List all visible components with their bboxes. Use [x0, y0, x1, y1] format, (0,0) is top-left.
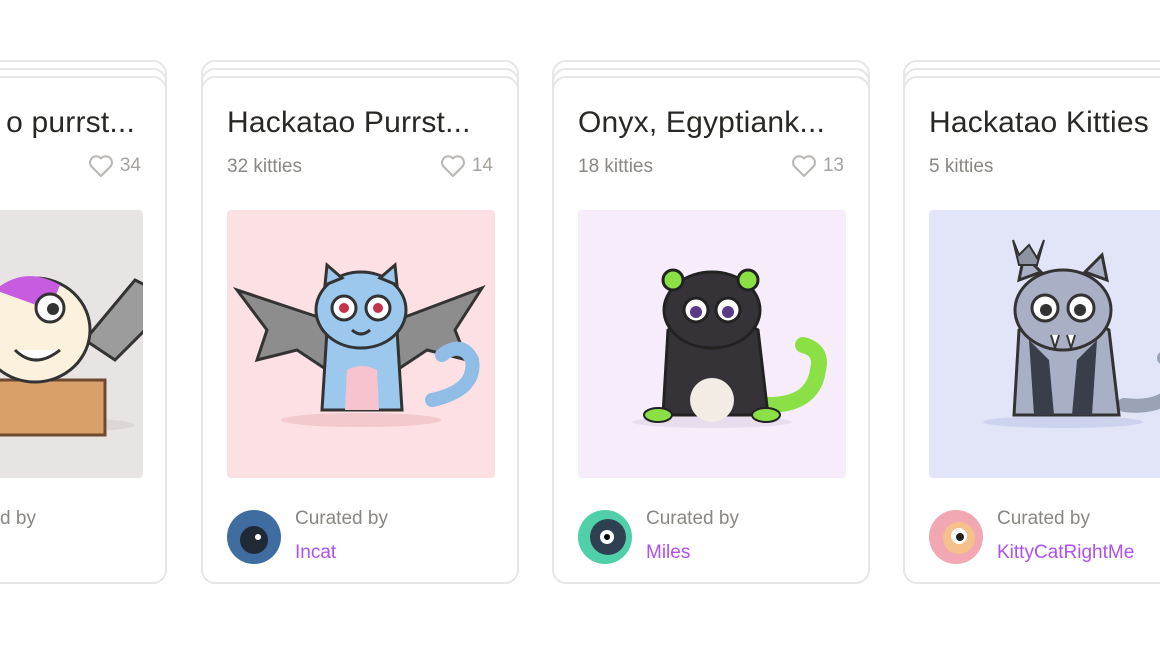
like-counter[interactable]: 13: [791, 154, 844, 178]
heart-icon[interactable]: [791, 154, 817, 178]
like-count: 13: [822, 155, 844, 176]
heart-icon[interactable]: [88, 154, 114, 178]
kitty-image: [929, 210, 1160, 478]
curator-avatar[interactable]: [227, 510, 281, 564]
curator-link[interactable]: KittyCatRightMe: [997, 542, 1134, 564]
kitty-image: [578, 210, 846, 478]
curator-avatar[interactable]: [578, 510, 632, 564]
kitty-artwork[interactable]: [929, 210, 1160, 478]
kitty-artwork[interactable]: [0, 210, 143, 478]
kitty-image: [227, 210, 495, 478]
like-count: 34: [119, 155, 141, 176]
collection-card[interactable]: Hackatao Kitties 5 kitties Curated by Ki…: [903, 76, 1160, 584]
curated-by-label: Curated by: [0, 508, 36, 529]
like-counter[interactable]: 14: [440, 154, 493, 178]
kitty-artwork[interactable]: [578, 210, 846, 478]
curated-by-label: Curated by: [646, 508, 739, 529]
collection-card[interactable]: Onyx, Egyptiank... 18 kitties 13 Curated…: [552, 76, 870, 584]
collections-strip: o purrst... 34 d by Hackatao Purrst... 3…: [0, 0, 1160, 665]
kitty-count: 5 kitties: [929, 156, 994, 177]
collection-card-stack: o purrst... 34 d by: [0, 60, 167, 588]
kitty-count: 32 kitties: [227, 156, 302, 177]
kitty-image: [0, 210, 143, 478]
collection-title[interactable]: o purrst...: [6, 106, 135, 140]
kitty-count: 18 kitties: [578, 156, 653, 177]
collection-title[interactable]: Hackatao Kitties: [929, 106, 1160, 140]
collection-title[interactable]: Onyx, Egyptiank...: [578, 106, 858, 140]
collection-title[interactable]: Hackatao Purrst...: [227, 106, 507, 140]
kitty-artwork[interactable]: [227, 210, 495, 478]
collection-card-stack: Hackatao Kitties 5 kitties Curated by Ki…: [903, 60, 1160, 588]
collection-card-stack: Hackatao Purrst... 32 kitties 14 Curated…: [201, 60, 519, 588]
like-counter[interactable]: 34: [88, 154, 141, 178]
curator-link[interactable]: Miles: [646, 542, 690, 564]
curated-by-label: Curated by: [295, 508, 388, 529]
curator-link[interactable]: Incat: [295, 542, 336, 564]
collection-card[interactable]: Hackatao Purrst... 32 kitties 14 Curated…: [201, 76, 519, 584]
collection-card-stack: Onyx, Egyptiank... 18 kitties 13 Curated…: [552, 60, 870, 588]
curated-by-label: Curated by: [997, 508, 1090, 529]
like-count: 14: [471, 155, 493, 176]
heart-icon[interactable]: [440, 154, 466, 178]
curator-avatar[interactable]: [929, 510, 983, 564]
collection-card[interactable]: o purrst... 34 d by: [0, 76, 167, 584]
